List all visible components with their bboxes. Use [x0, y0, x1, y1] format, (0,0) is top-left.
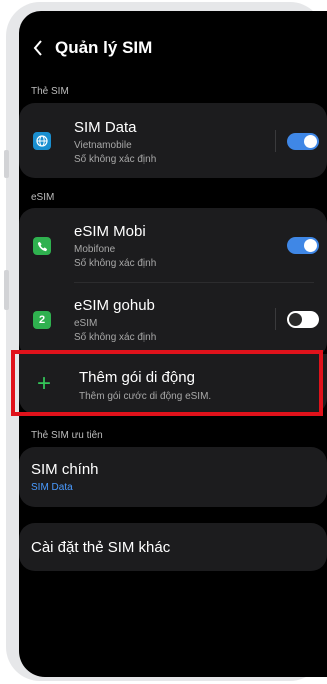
esim-name: eSIM gohub [74, 297, 155, 314]
primary-sim-value: SIM Data [31, 482, 73, 493]
primary-sim-title: SIM chính [31, 461, 99, 478]
separator [275, 130, 276, 152]
volume-button [4, 150, 9, 178]
esim-card: eSIM Mobi Mobifone Số không xác định 2 e… [19, 208, 327, 358]
phone-icon [33, 237, 51, 255]
sim-2-icon: 2 [33, 311, 51, 329]
esim-gohub-toggle[interactable] [287, 311, 319, 328]
sim-row-sim-data[interactable]: SIM Data Vietnamobile Số không xác định [19, 103, 327, 178]
esim-mobi-toggle[interactable] [287, 237, 319, 254]
separator [275, 308, 276, 330]
sim-name: SIM Data [74, 119, 137, 136]
sim-number: Số không xác định [74, 154, 157, 165]
sim-data-toggle[interactable] [287, 133, 319, 150]
esim-carrier: Mobifone [74, 244, 116, 255]
sim-slot-number: 2 [38, 314, 46, 326]
physical-sim-card: SIM Data Vietnamobile Số không xác định [19, 103, 327, 178]
highlight-box [11, 350, 323, 416]
section-label-esim: eSIM [31, 192, 55, 203]
esim-row-gohub[interactable]: 2 eSIM gohub eSIM Số không xác định [19, 283, 327, 358]
section-label-sim: Thẻ SIM [31, 86, 69, 97]
esim-name: eSIM Mobi [74, 223, 146, 240]
esim-number: Số không xác định [74, 258, 157, 269]
section-label-priority: Thẻ SIM ưu tiên [31, 430, 103, 441]
screen: Quản lý SIM Thẻ SIM SIM Data Vietnamobil… [19, 11, 327, 677]
esim-row-mobi[interactable]: eSIM Mobi Mobifone Số không xác định [19, 208, 327, 282]
esim-number: Số không xác định [74, 332, 157, 343]
power-button [4, 270, 9, 310]
sim-carrier: Vietnamobile [74, 140, 132, 151]
back-arrow-icon[interactable] [27, 37, 49, 59]
other-sim-settings-label: Cài đặt thẻ SIM khác [31, 539, 171, 556]
primary-sim-card[interactable]: SIM chính SIM Data [19, 447, 327, 507]
app-header: Quản lý SIM [19, 31, 327, 65]
esim-carrier: eSIM [74, 318, 98, 329]
page-title: Quản lý SIM [55, 38, 153, 57]
other-sim-settings[interactable]: Cài đặt thẻ SIM khác [19, 523, 327, 571]
globe-icon [33, 132, 51, 150]
